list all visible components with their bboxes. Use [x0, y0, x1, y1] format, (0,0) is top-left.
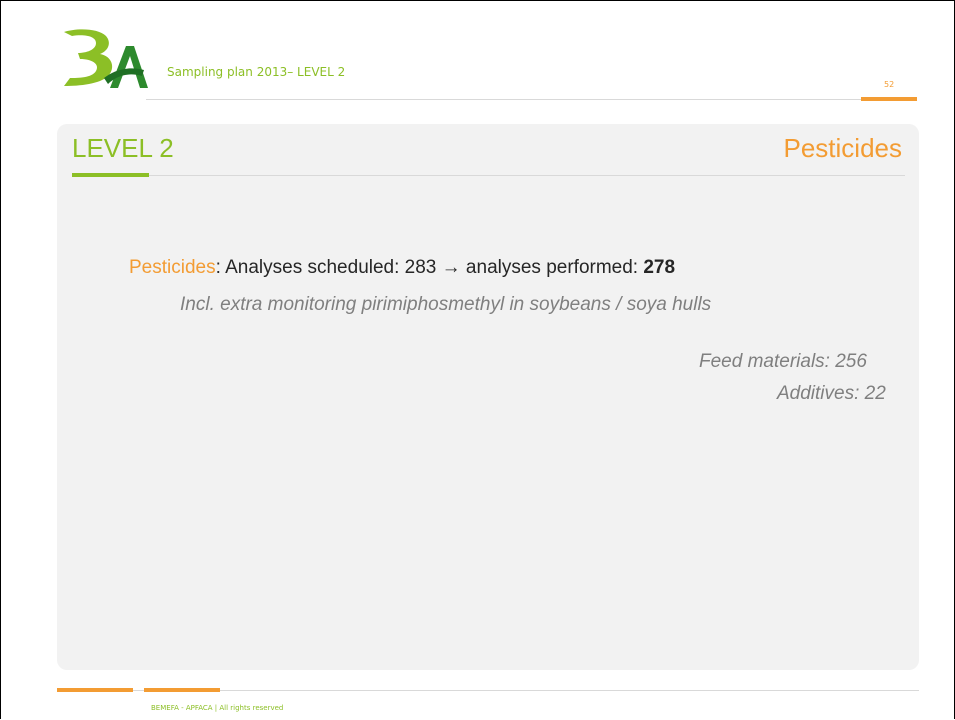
- feed-materials-count: Feed materials: 256: [699, 351, 867, 372]
- page-number: 52: [884, 80, 895, 89]
- footer-accent-left: [57, 688, 133, 692]
- section-title: Pesticides: [783, 133, 903, 163]
- footer-accent-right: [144, 688, 220, 692]
- footer-copyright: BEMEFA - APFACA | All rights reserved: [151, 704, 284, 712]
- level-title: LEVEL 2: [72, 133, 174, 163]
- analyses-performed-value: 278: [643, 257, 676, 278]
- analyses-topic: Pesticides: [129, 257, 216, 278]
- level-title-underline: [72, 173, 149, 177]
- additives-count: Additives: 22: [777, 383, 886, 404]
- ba-logo: [64, 29, 148, 88]
- analyses-summary: Pesticides: Analyses scheduled: 283 → an…: [129, 257, 675, 279]
- page-number-accent: [861, 97, 917, 101]
- monitoring-note: Incl. extra monitoring pirimiphosmethyl …: [180, 294, 712, 315]
- header-title: Sampling plan 2013– LEVEL 2: [167, 65, 346, 79]
- analyses-text: : Analyses scheduled: 283 → analyses per…: [215, 257, 644, 278]
- title-divider: [149, 175, 905, 176]
- header-divider: [146, 99, 916, 100]
- slide: Sampling plan 2013– LEVEL 2 52 LEVEL 2 P…: [0, 0, 955, 719]
